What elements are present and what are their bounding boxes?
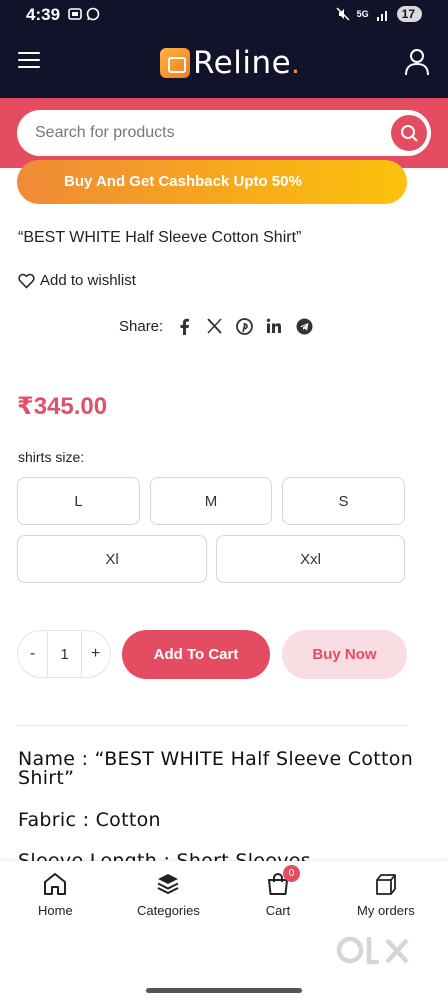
- bottom-navigation: Home Categories 0 Cart My orders: [0, 861, 448, 1000]
- network-type: 5G: [356, 9, 369, 19]
- size-label-colon: :: [80, 449, 85, 465]
- divider: [17, 725, 408, 726]
- categories-icon: [157, 874, 179, 895]
- orders-icon: [375, 874, 396, 895]
- add-to-cart-button[interactable]: Add To Cart: [122, 630, 270, 679]
- nav-categories[interactable]: Categories: [137, 871, 200, 918]
- linkedin-icon[interactable]: [265, 317, 283, 335]
- brand-dot: .: [291, 45, 300, 80]
- signal-icon: [376, 10, 387, 21]
- description-name: Name : “BEST WHITE Half Sleeve Cotton Sh…: [18, 748, 414, 789]
- quantity-decrease-button[interactable]: -: [18, 631, 47, 677]
- description-fabric: Fabric : Cotton: [18, 809, 161, 831]
- status-notification-icons: [68, 7, 100, 21]
- nav-categories-label: Categories: [137, 903, 200, 918]
- size-option-xxl[interactable]: Xxl: [216, 535, 405, 583]
- olx-watermark-logo: [336, 936, 409, 965]
- brand-logo[interactable]: Reline .: [160, 45, 300, 81]
- nav-cart-label: Cart: [265, 903, 291, 918]
- add-to-wishlist-button[interactable]: Add to wishlist: [18, 272, 136, 289]
- status-system-icons: 5G 17: [336, 6, 422, 22]
- nav-my-orders-label: My orders: [357, 903, 415, 918]
- quantity-increase-button[interactable]: +: [81, 631, 110, 677]
- size-label-text: shirts size: [18, 449, 81, 465]
- wishlist-label: Add to wishlist: [40, 272, 136, 289]
- cashback-promo-banner[interactable]: Buy And Get Cashback Upto 50%: [17, 160, 407, 204]
- cart-icon-wrapper: 0: [265, 865, 300, 897]
- nav-home-label: Home: [38, 903, 73, 918]
- size-option-m[interactable]: M: [150, 477, 272, 525]
- nav-cart[interactable]: 0 Cart: [265, 865, 300, 918]
- search-button[interactable]: [391, 115, 427, 151]
- size-option-xl[interactable]: Xl: [17, 535, 207, 583]
- home-indicator: [146, 988, 302, 993]
- search-bar-container: [0, 98, 448, 168]
- size-option-s[interactable]: S: [282, 477, 405, 525]
- whatsapp-icon: [86, 7, 100, 21]
- search-icon: [401, 125, 418, 142]
- home-icon: [44, 873, 67, 895]
- buy-now-button[interactable]: Buy Now: [282, 630, 407, 679]
- telegram-icon[interactable]: [295, 317, 313, 335]
- account-icon[interactable]: [404, 48, 430, 76]
- heart-icon: [18, 273, 35, 289]
- status-time: 4:39: [26, 5, 61, 24]
- product-price: ₹345.00: [17, 393, 108, 420]
- product-title: “BEST WHITE Half Sleeve Cotton Shirt”: [18, 229, 302, 246]
- pinterest-icon[interactable]: [235, 317, 253, 335]
- status-bar: 4:39 5G 17: [0, 0, 448, 30]
- size-option-l[interactable]: L: [17, 477, 140, 525]
- quantity-value[interactable]: 1: [47, 631, 82, 677]
- app-header: Reline .: [0, 30, 448, 98]
- facebook-icon[interactable]: [175, 317, 193, 335]
- nav-my-orders[interactable]: My orders: [357, 871, 415, 918]
- share-row: Share:: [119, 317, 313, 335]
- brand-name: Reline: [193, 45, 292, 81]
- nav-home[interactable]: Home: [38, 871, 73, 918]
- screenshot-icon: [68, 8, 82, 20]
- share-label: Share:: [119, 317, 164, 335]
- cart-count-badge: 0: [283, 865, 300, 882]
- menu-icon[interactable]: [18, 52, 40, 72]
- search-input[interactable]: [35, 121, 375, 145]
- shopping-bag-icon: [160, 48, 190, 78]
- quantity-stepper: - 1 +: [17, 630, 111, 678]
- mute-icon: [336, 7, 350, 21]
- search-box: [17, 110, 431, 156]
- x-twitter-icon[interactable]: [205, 317, 223, 335]
- battery-level: 17: [396, 6, 422, 22]
- size-label: shirts size:: [18, 449, 84, 465]
